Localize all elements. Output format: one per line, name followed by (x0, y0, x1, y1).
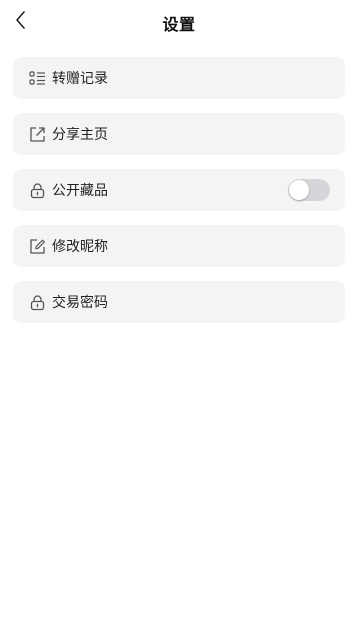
settings-item-label: 修改昵称 (52, 239, 108, 255)
list-icon (29, 70, 46, 87)
settings-item-trade-password[interactable]: 交易密码 (13, 281, 345, 323)
settings-item-share-homepage[interactable]: 分享主页 (13, 113, 345, 155)
share-external-icon (29, 126, 46, 143)
settings-item-transfer-records[interactable]: 转赠记录 (13, 57, 345, 99)
settings-item-label: 分享主页 (52, 127, 108, 143)
toggle-knob (289, 180, 309, 200)
settings-list: 转赠记录 分享主页 公开藏品 修改昵称 交易密码 (13, 57, 345, 337)
public-collection-toggle[interactable] (288, 179, 330, 201)
edit-icon (29, 238, 46, 255)
lock-icon (29, 182, 46, 199)
lock-icon (29, 294, 46, 311)
settings-item-label: 转赠记录 (52, 71, 108, 87)
settings-item-label: 公开藏品 (52, 183, 108, 199)
settings-item-label: 交易密码 (52, 295, 108, 311)
settings-item-change-nickname[interactable]: 修改昵称 (13, 225, 345, 267)
settings-item-public-collection[interactable]: 公开藏品 (13, 169, 345, 211)
page-title: 设置 (162, 15, 196, 34)
header-bar: 设置 (0, 0, 358, 42)
